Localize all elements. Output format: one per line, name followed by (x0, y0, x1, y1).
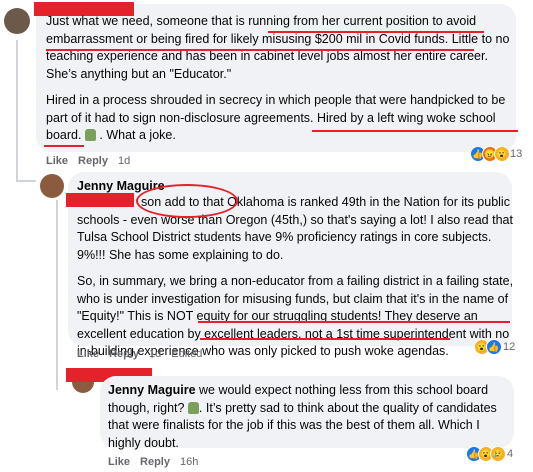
annotation-circle (136, 184, 238, 218)
annotation-underline (44, 145, 84, 147)
timestamp[interactable]: 16h (180, 456, 198, 468)
annotation-underline (198, 321, 510, 323)
comment-line: that were finalists for the job if this … (108, 418, 480, 432)
comment-line: She’s anything but an "Educator." (46, 66, 232, 81)
comment-body: Jenny Maguire we would expect nothing le… (108, 382, 512, 452)
comment-body: son add to that Oklahoma is ranked 49th … (77, 194, 517, 361)
comment-line: Jenny Maguire we would expect nothing le… (108, 382, 512, 400)
comment-line: though, right? . It’s pretty sad to thin… (108, 400, 512, 418)
person-shrugging-emoji (84, 129, 96, 141)
comment-text: though, right? (108, 400, 188, 415)
comment-line: Hired in a process shrouded in secrecy i… (46, 93, 506, 107)
reaction-count[interactable]: 12 (503, 341, 515, 353)
annotation-underline (46, 49, 474, 51)
comment-actions: Like Reply 1d Edited (77, 348, 212, 360)
thread-line-nested (56, 200, 58, 390)
wow-reaction-icon[interactable]: 😮 (494, 146, 510, 162)
comment-line: highly doubt. (108, 435, 179, 450)
comment-line: excellent education by excellent leaders… (77, 326, 510, 341)
annotation-underline (312, 130, 518, 132)
reply-button[interactable]: Reply (109, 348, 139, 360)
annotation-underline (200, 338, 450, 340)
like-reaction-icon[interactable]: 👍 (486, 339, 502, 355)
avatar[interactable] (4, 8, 30, 34)
comment-text: we would expect nothing less from this s… (195, 383, 489, 397)
comment-actions: Like Reply 1d (46, 155, 140, 167)
timestamp[interactable]: 1d (118, 155, 130, 167)
comment-text: board. (46, 128, 82, 142)
reaction-count[interactable]: 4 (507, 448, 513, 460)
comment-line: Just what we need, someone that is runni… (46, 14, 477, 28)
edited-label: Edited (171, 348, 203, 360)
comment-text: . What a joke. (95, 128, 176, 142)
reply-button[interactable]: Reply (78, 155, 108, 167)
comment-line: Tulsa School District students have 9% p… (77, 230, 492, 244)
thread-line (16, 40, 18, 180)
like-button[interactable]: Like (108, 456, 130, 468)
timestamp[interactable]: 1d (149, 348, 161, 360)
thread-connector (16, 180, 36, 182)
sad-reaction-icon[interactable]: 😢 (490, 446, 506, 462)
author-name[interactable]: Jenny Maguire (108, 383, 196, 397)
comment-line: part of it had to sign non-disclosure ag… (46, 110, 496, 125)
reply-button[interactable]: Reply (140, 456, 170, 468)
comment-line: embarrassment or being fired for likely … (46, 31, 510, 46)
reaction-count[interactable]: 13 (510, 148, 522, 160)
comment-text: . It’s pretty sad to think about the qua… (198, 400, 497, 415)
comment-line: So, in summary, we bring a non-educator … (77, 274, 514, 288)
like-button[interactable]: Like (46, 155, 68, 167)
person-shrugging-emoji (187, 401, 199, 414)
avatar[interactable] (40, 174, 64, 198)
annotation-underline (268, 31, 484, 33)
comment-line: schools - even worse than Oregon (45th,)… (77, 212, 513, 227)
like-button[interactable]: Like (77, 348, 99, 360)
comment-line: 9%!!! She has some explaining to do. (77, 247, 284, 262)
comment-actions: Like Reply 16h (108, 456, 208, 468)
comment-line: who is under investigation for misusing … (77, 291, 509, 306)
